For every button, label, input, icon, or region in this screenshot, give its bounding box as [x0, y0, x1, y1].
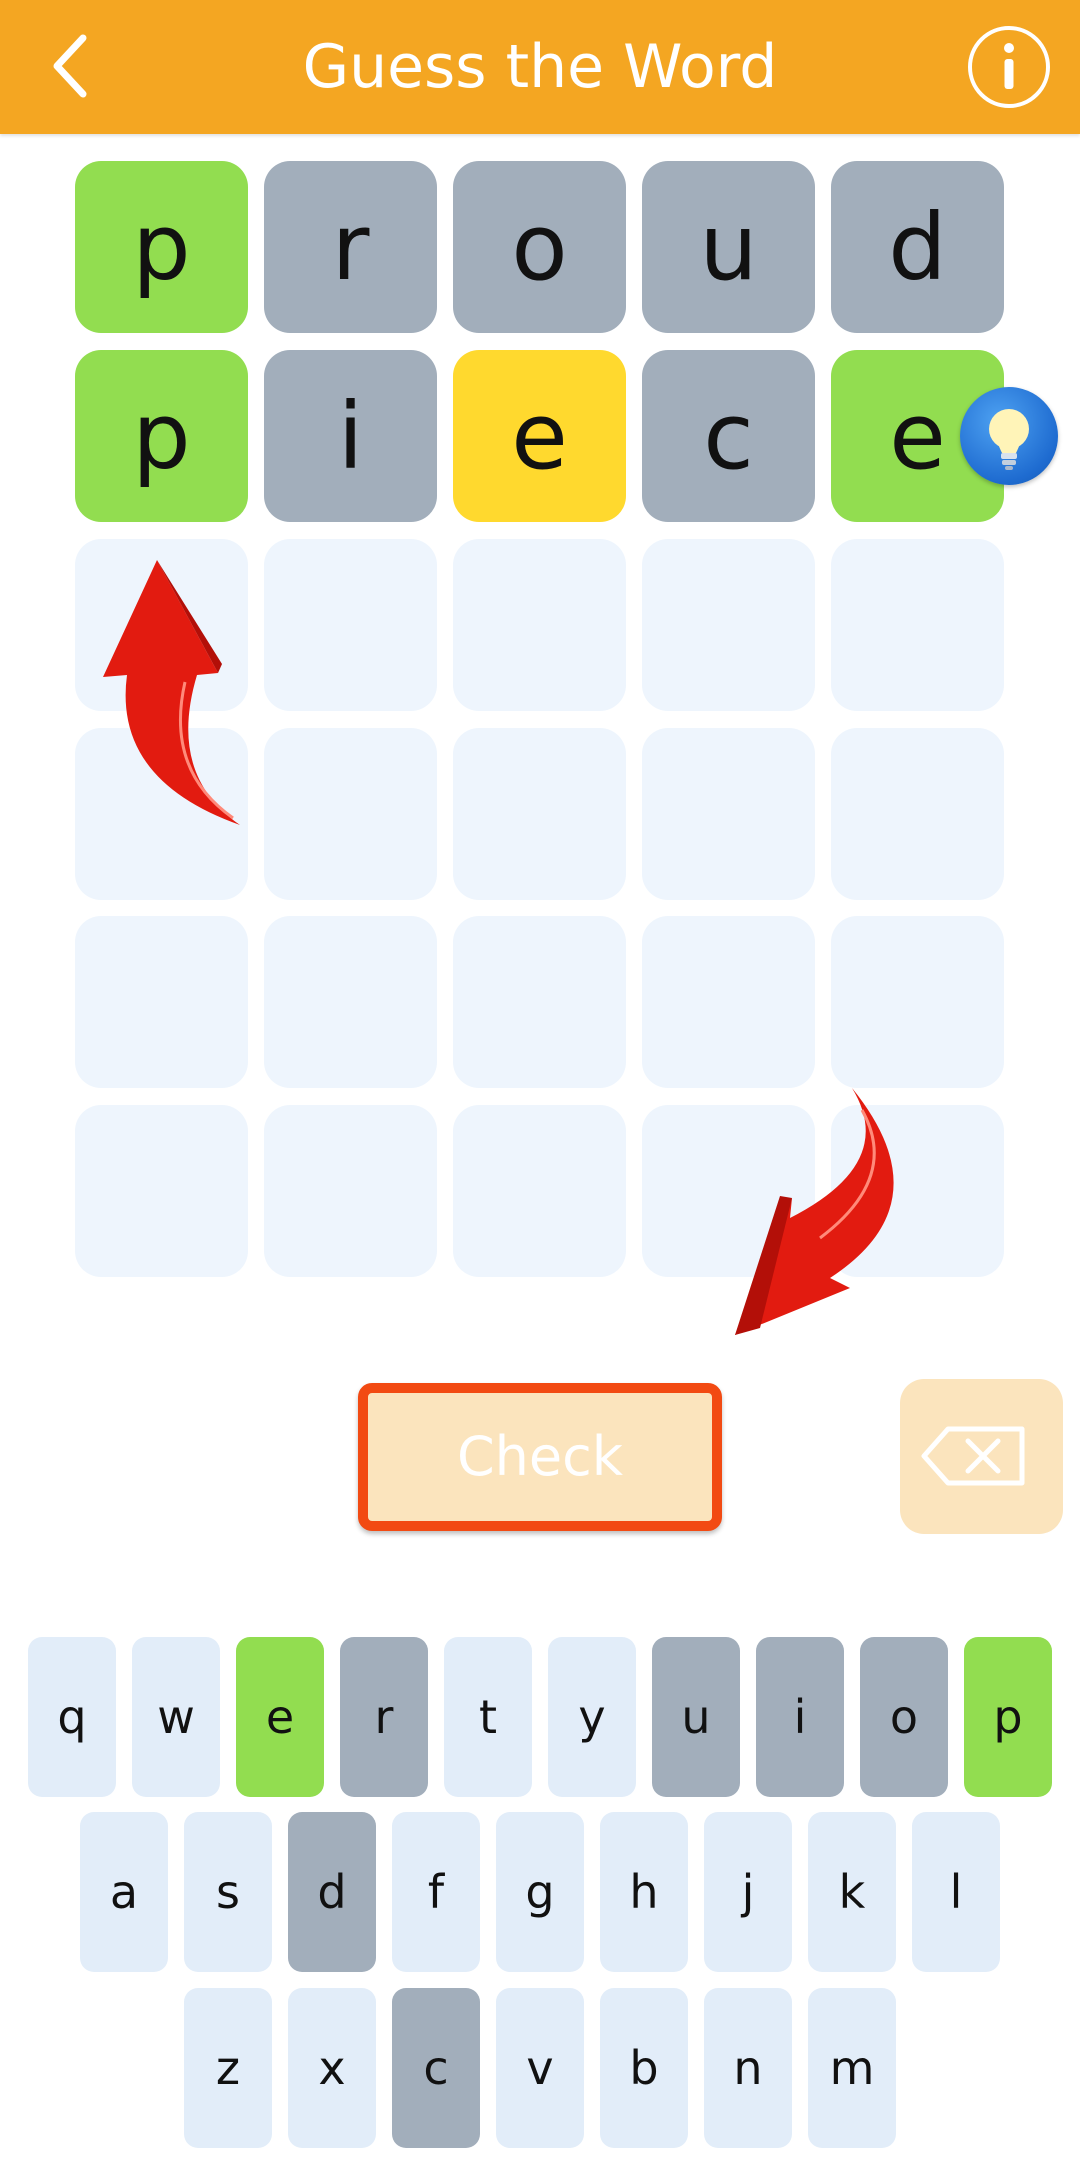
- key[interactable]: p: [964, 1637, 1052, 1797]
- key[interactable]: r: [340, 1637, 428, 1797]
- key[interactable]: x: [288, 1988, 376, 2148]
- key[interactable]: n: [704, 1988, 792, 2148]
- info-button[interactable]: [965, 23, 1053, 111]
- board-tile: i: [264, 350, 437, 522]
- key[interactable]: m: [808, 1988, 896, 2148]
- key[interactable]: y: [548, 1637, 636, 1797]
- key[interactable]: w: [132, 1637, 220, 1797]
- key[interactable]: l: [912, 1812, 1000, 1972]
- board-tile: r: [264, 161, 437, 333]
- key[interactable]: g: [496, 1812, 584, 1972]
- key[interactable]: e: [236, 1637, 324, 1797]
- page-title: Guess the Word: [302, 32, 778, 102]
- board-tile: [831, 916, 1004, 1088]
- board-tile: [453, 728, 626, 900]
- board-tile: [453, 539, 626, 711]
- key[interactable]: h: [600, 1812, 688, 1972]
- board-tile: [264, 539, 437, 711]
- board-tile: [264, 916, 437, 1088]
- board-tile: [75, 916, 248, 1088]
- key[interactable]: u: [652, 1637, 740, 1797]
- key[interactable]: i: [756, 1637, 844, 1797]
- key[interactable]: f: [392, 1812, 480, 1972]
- check-button[interactable]: Check: [358, 1383, 722, 1531]
- board-tile: d: [831, 161, 1004, 333]
- board-tile: [642, 539, 815, 711]
- key[interactable]: d: [288, 1812, 376, 1972]
- board-tile: [642, 916, 815, 1088]
- key[interactable]: k: [808, 1812, 896, 1972]
- arrow-up-icon: [103, 560, 240, 825]
- key[interactable]: s: [184, 1812, 272, 1972]
- hint-button[interactable]: [960, 387, 1058, 485]
- board-tile: [75, 1105, 248, 1277]
- board-tile: [642, 728, 815, 900]
- board-tile: p: [75, 350, 248, 522]
- key[interactable]: q: [28, 1637, 116, 1797]
- board-tile: o: [453, 161, 626, 333]
- arrow-down-icon: [735, 1088, 894, 1335]
- delete-button[interactable]: [900, 1379, 1063, 1534]
- key[interactable]: o: [860, 1637, 948, 1797]
- board-tile: [453, 1105, 626, 1277]
- lightbulb-icon: [989, 409, 1029, 470]
- backspace-icon: [921, 1426, 1025, 1486]
- key[interactable]: z: [184, 1988, 272, 2148]
- key[interactable]: b: [600, 1988, 688, 2148]
- board-tile: [453, 916, 626, 1088]
- key[interactable]: a: [80, 1812, 168, 1972]
- key[interactable]: c: [392, 1988, 480, 2148]
- app-header: Guess the Word: [0, 0, 1080, 134]
- info-icon: [968, 26, 1050, 108]
- board-tile: p: [75, 161, 248, 333]
- board-tile: [264, 1105, 437, 1277]
- key[interactable]: v: [496, 1988, 584, 2148]
- board-tile: [264, 728, 437, 900]
- board-tile: e: [453, 350, 626, 522]
- board-tile: c: [642, 350, 815, 522]
- board-tile: [831, 728, 1004, 900]
- key[interactable]: t: [444, 1637, 532, 1797]
- board-tile: [831, 539, 1004, 711]
- key[interactable]: j: [704, 1812, 792, 1972]
- board-tile: u: [642, 161, 815, 333]
